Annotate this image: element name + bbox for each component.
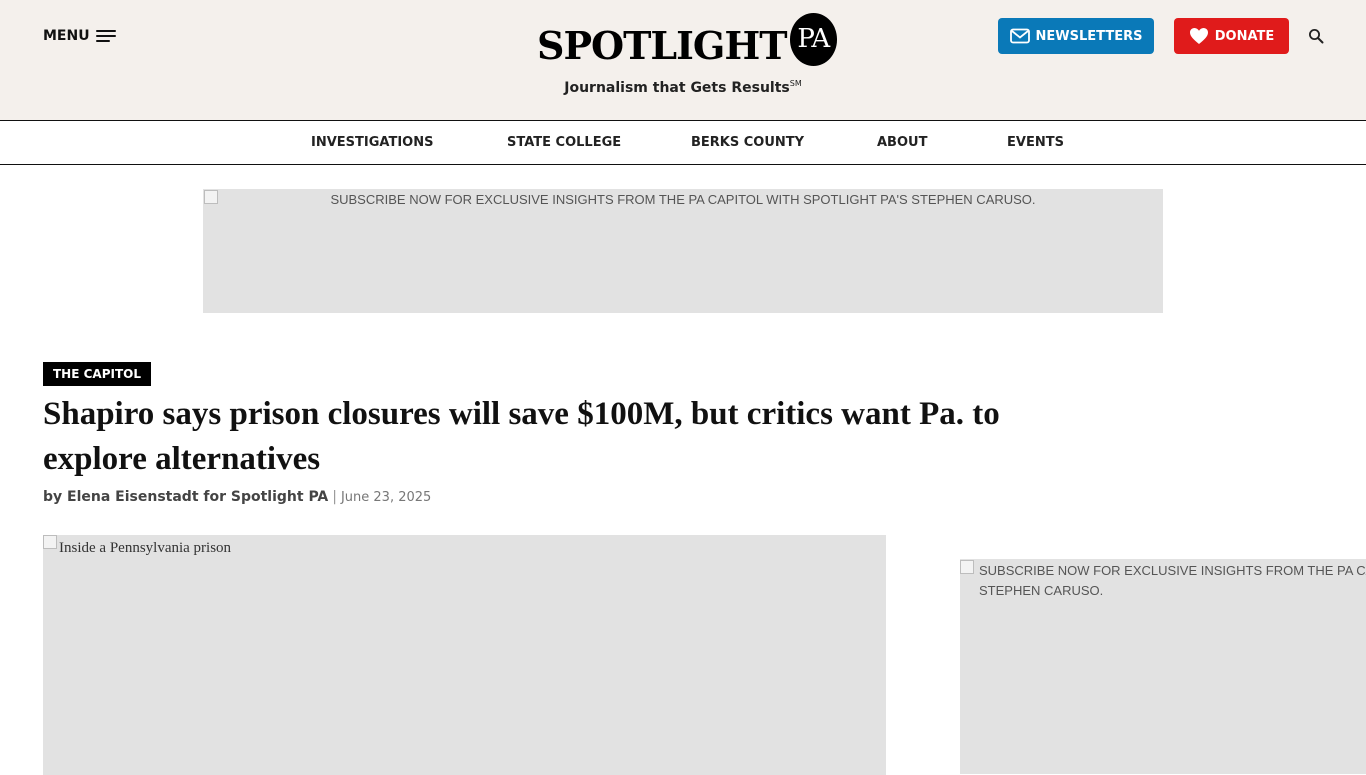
heart-icon	[1189, 27, 1209, 45]
donate-label: DONATE	[1214, 28, 1275, 44]
donate-button[interactable]: DONATE	[1174, 18, 1289, 54]
ad-banner[interactable]: SUBSCRIBE NOW FOR EXCLUSIVE INSIGHTS FRO…	[203, 189, 1163, 313]
nav-item-investigations[interactable]: INVESTIGATIONS	[311, 135, 433, 150]
newsletters-button[interactable]: NEWSLETTERS	[998, 18, 1154, 54]
search-icon[interactable]	[1308, 28, 1324, 44]
menu-button[interactable]: MENU	[43, 26, 116, 46]
service-mark: SM	[789, 79, 802, 88]
newsletters-label: NEWSLETTERS	[1035, 28, 1143, 44]
nav-item-berks-county[interactable]: BERKS COUNTY	[691, 135, 804, 150]
byline: by Elena Eisenstadt for Spotlight PA | Jun…	[43, 489, 431, 505]
nav-item-about[interactable]: ABOUT	[877, 135, 927, 150]
hero-image-alt-text: Inside a Pennsylvania prison	[59, 540, 232, 556]
section-kicker[interactable]: THE CAPITOL	[43, 362, 151, 386]
menu-label: MENU	[43, 28, 90, 44]
tagline-text: Journalism that Gets Results	[564, 80, 790, 96]
nav-item-state-college[interactable]: STATE COLLEGE	[507, 135, 621, 150]
hero-image: Inside a Pennsylvania prison	[43, 535, 886, 775]
tagline: Journalism that Gets ResultsSM	[0, 79, 1366, 96]
nav-item-events[interactable]: EVENTS	[1007, 135, 1064, 150]
primary-nav: INVESTIGATIONS STATE COLLEGE BERKS COUNT…	[0, 120, 1366, 165]
byline-separator: |	[332, 489, 337, 505]
sidebar-ad-alt-text: SUBSCRIBE NOW FOR EXCLUSIVE INSIGHTS FRO…	[979, 563, 1366, 598]
publish-date: June 23, 2025	[340, 490, 432, 505]
masthead: MENU SPOTLIGHT PA Journalism that Gets R…	[0, 0, 1366, 120]
kicker-label: THE CAPITOL	[53, 367, 141, 381]
article-headline: Shapiro says prison closures will save $…	[43, 396, 1000, 477]
broken-image-icon	[960, 560, 974, 574]
hamburger-icon	[95, 29, 116, 43]
ad-banner-alt-text: SUBSCRIBE NOW FOR EXCLUSIVE INSIGHTS FRO…	[330, 192, 1036, 207]
sidebar-ad[interactable]: SUBSCRIBE NOW FOR EXCLUSIVE INSIGHTS FRO…	[960, 559, 1366, 774]
broken-image-icon	[43, 535, 57, 549]
byline-author[interactable]: by Elena Eisenstadt for Spotlight PA	[43, 489, 328, 505]
envelope-icon	[1009, 28, 1030, 44]
logo-pa-badge: PA	[789, 12, 837, 66]
logo-wordmark: SPOTLIGHT	[537, 23, 788, 68]
spotlight-pa-logo[interactable]: SPOTLIGHT PA	[537, 9, 837, 69]
